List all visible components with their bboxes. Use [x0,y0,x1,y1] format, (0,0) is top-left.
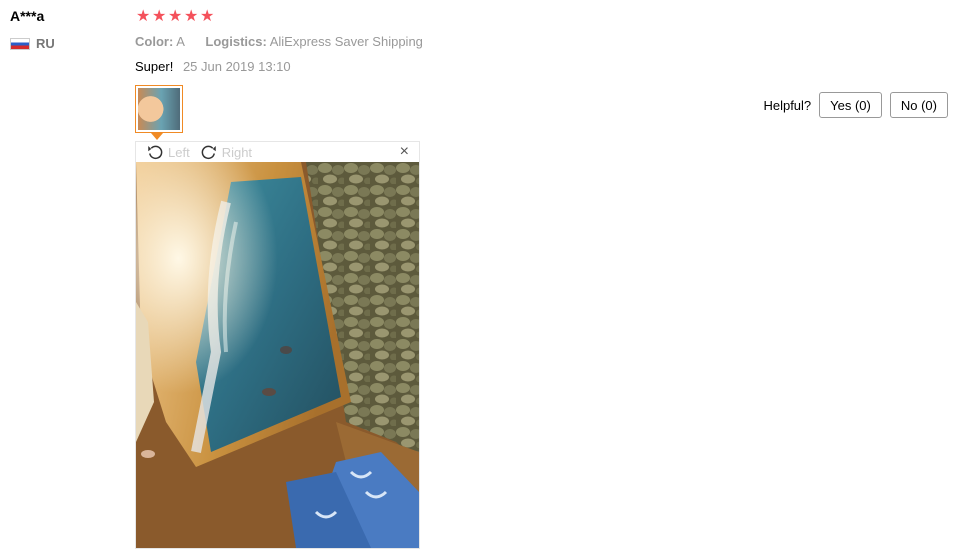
thumbnail-selected-indicator [151,133,163,140]
star-icon: ★ [168,8,183,25]
logistics-label: Logistics: [205,34,267,49]
reviewer-name: A***a [10,8,45,24]
reviewer-country: RU [10,36,55,51]
russia-flag-icon [10,37,30,50]
color-label: Color: [135,34,174,49]
helpful-label: Helpful? [763,97,812,113]
star-icon: ★ [136,8,151,25]
rotate-right-button[interactable]: Right [200,143,252,161]
review-photo [136,162,419,548]
thumbnail-image [138,88,180,130]
review-photo-thumbnail[interactable] [135,85,183,133]
review-feedback: Super! 25 Jun 2019 13:10 [135,59,291,74]
star-rating: ★ ★ ★ ★ ★ [136,8,215,25]
order-info: Color: A Logistics: AliExpress Saver Shi… [135,34,423,49]
close-viewer-icon[interactable]: × [400,143,409,161]
star-icon: ★ [184,8,199,25]
rotate-left-button[interactable]: Left [146,143,190,161]
review-photo-image [136,162,419,548]
helpful-no-button[interactable]: No (0) [889,92,948,118]
color-value: A [176,34,185,49]
logistics-value: AliExpress Saver Shipping [269,34,423,49]
photo-viewer: Left Right × [135,141,420,549]
star-icon: ★ [152,8,167,25]
rotate-right-label: Right [221,144,253,160]
helpful-vote: Helpful? Yes (0) No (0) [763,92,948,118]
feedback-text: Super! [135,59,174,74]
star-icon: ★ [200,8,215,25]
viewer-toolbar: Left Right × [136,142,419,162]
rotate-left-label: Left [168,144,190,160]
rotate-right-icon [201,145,216,160]
country-code: RU [36,36,55,51]
rotate-left-icon [148,145,163,160]
review-date: 25 Jun 2019 13:10 [182,59,291,74]
helpful-yes-button[interactable]: Yes (0) [819,92,882,118]
